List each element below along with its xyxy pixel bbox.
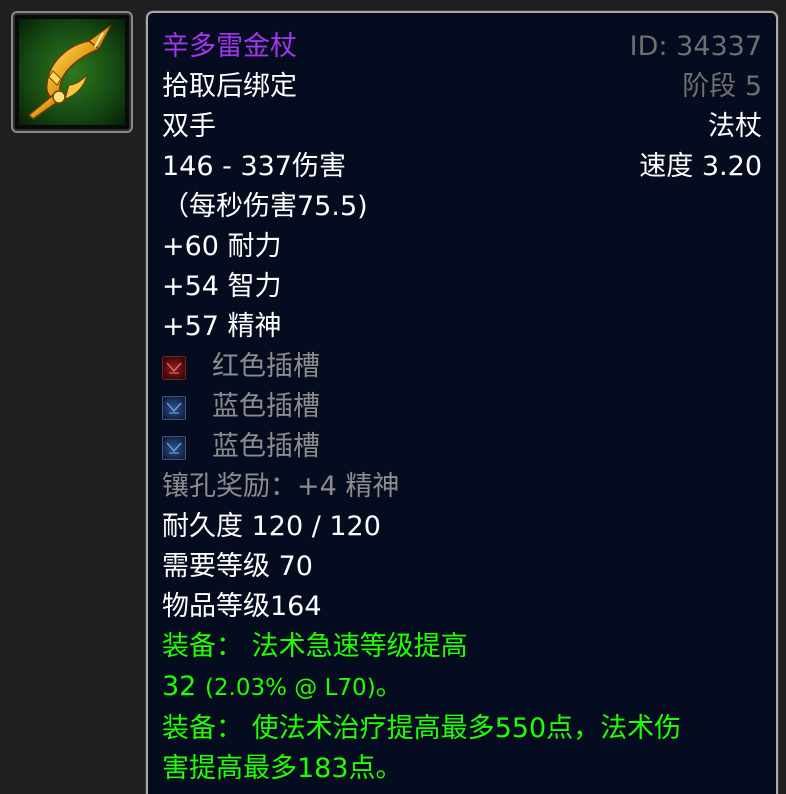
equip-effect-line: 害提高最多183点。: [162, 749, 762, 789]
stat-intellect: +54 智力: [162, 271, 282, 302]
item-icon-frame[interactable]: [11, 11, 133, 133]
tooltip-row-binding: 拾取后绑定 阶段 5: [162, 67, 762, 107]
item-tier: 阶段 5: [682, 71, 762, 102]
golden-staff-icon: [19, 19, 125, 125]
item-dps: （每秒伤害75.5): [162, 191, 368, 222]
socket-row: 红色插槽: [162, 347, 762, 387]
socket-label: 红色插槽: [212, 351, 320, 382]
item-speed: 速度 3.20: [639, 151, 762, 182]
equip-haste-value: 32: [162, 671, 197, 702]
socket-bonus: 镶孔奖励：+4 精神: [162, 471, 400, 502]
item-level: 物品等级164: [162, 591, 322, 622]
blue-socket-icon: [162, 396, 186, 420]
required-level: 需要等级 70: [162, 551, 313, 582]
tooltip-row-name: 辛多雷金杖 ID: 34337: [162, 27, 762, 67]
socket-label: 蓝色插槽: [212, 391, 320, 422]
item-binding: 拾取后绑定: [162, 71, 297, 102]
tooltip-row-item-level: 物品等级164: [162, 587, 762, 627]
tooltip-row-dps: （每秒伤害75.5): [162, 187, 762, 227]
socket-row: 蓝色插槽: [162, 387, 762, 427]
blue-socket-icon: [162, 436, 186, 460]
tooltip-row-damage: 146 - 337伤害 速度 3.20: [162, 147, 762, 187]
equip-haste-end: 。: [375, 671, 403, 702]
equip-haste-detail: (2.03% @ L70): [204, 675, 376, 701]
equip-haste-line2: 32 (2.03% @ L70)。: [162, 667, 403, 708]
equip-heal-line1: 装备： 使法术治疗提高最多550点，法术伤: [162, 713, 682, 744]
item-type: 法杖: [708, 111, 762, 142]
tooltip-row-slot: 双手 法杖: [162, 107, 762, 147]
item-durability: 耐久度 120 / 120: [162, 511, 381, 542]
equip-effect-line: 装备： 使法术治疗提高最多550点，法术伤: [162, 709, 762, 749]
equip-effect-line: 32 (2.03% @ L70)。: [162, 667, 762, 707]
socket-label: 蓝色插槽: [212, 431, 320, 462]
stat-line: +60 耐力: [162, 227, 762, 267]
item-damage: 146 - 337伤害: [162, 151, 346, 182]
stat-line: +57 精神: [162, 307, 762, 347]
tooltip-row-required-level: 需要等级 70: [162, 547, 762, 587]
red-socket-icon: [162, 356, 186, 380]
item-slot: 双手: [162, 111, 216, 142]
stat-stamina: +60 耐力: [162, 231, 282, 262]
item-id: ID: 34337: [629, 31, 762, 62]
tooltip-row-durability: 耐久度 120 / 120: [162, 507, 762, 547]
equip-effect-line: 装备： 法术急速等级提高: [162, 627, 762, 667]
equip-haste-line1: 装备： 法术急速等级提高: [162, 631, 468, 662]
tooltip-row-socket-bonus: 镶孔奖励：+4 精神: [162, 467, 762, 507]
socket-row: 蓝色插槽: [162, 427, 762, 467]
stat-line: +54 智力: [162, 267, 762, 307]
stat-spirit: +57 精神: [162, 311, 282, 342]
equip-heal-line2: 害提高最多183点。: [162, 753, 403, 784]
item-name: 辛多雷金杖: [162, 31, 297, 62]
item-tooltip: 辛多雷金杖 ID: 34337 拾取后绑定 阶段 5 双手 法杖 146 - 3…: [146, 11, 778, 794]
